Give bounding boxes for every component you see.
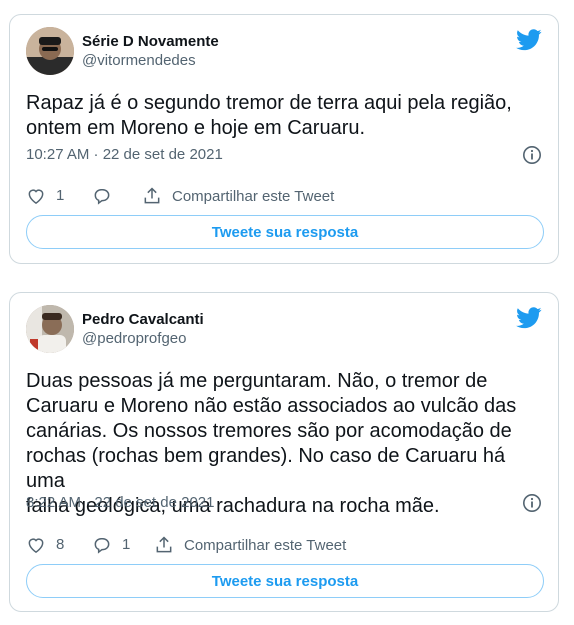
twitter-bird-icon[interactable] [516, 307, 542, 329]
info-icon[interactable] [522, 493, 542, 513]
author-handle[interactable]: @pedroprofgeo [82, 330, 204, 348]
author-handle[interactable]: @vitormendedes [82, 52, 219, 70]
like-count: 8 [56, 536, 65, 553]
tweet-actions: 8 1 Compartilhar este Tweet [26, 534, 544, 556]
author-name[interactable]: Série D Novamente [82, 33, 219, 51]
reply-action[interactable]: 1 [92, 534, 130, 556]
tweet-header: Pedro Cavalcanti @pedroprofgeo [26, 305, 544, 355]
like-count: 1 [56, 187, 65, 204]
tweet-reply-button[interactable]: Tweete sua resposta [26, 215, 544, 249]
author-name[interactable]: Pedro Cavalcanti [82, 311, 204, 329]
twitter-bird-icon[interactable] [516, 29, 542, 51]
tweet-meta: 10:27 AM · 22 de set de 2021 [26, 145, 544, 165]
share-action[interactable]: Compartilhar este Tweet [142, 185, 334, 207]
info-icon[interactable] [522, 145, 542, 165]
share-label: Compartilhar este Tweet [172, 187, 335, 205]
avatar[interactable] [26, 27, 74, 75]
tweet-card[interactable]: Pedro Cavalcanti @pedroprofgeo Duas pess… [9, 292, 559, 612]
like-action[interactable]: 1 [26, 185, 64, 207]
author-info[interactable]: Pedro Cavalcanti @pedroprofgeo [82, 311, 204, 348]
share-icon [144, 187, 160, 204]
reply-count: 1 [122, 536, 131, 553]
heart-icon [28, 189, 44, 204]
heart-icon [28, 538, 44, 553]
tweet-text: Rapaz já é o segundo tremor de terra aqu… [26, 92, 512, 139]
share-label: Compartilhar este Tweet [184, 536, 347, 554]
tweet-timestamp[interactable]: 10:27 AM · 22 de set de 2021 [26, 146, 223, 163]
reply-icon [94, 189, 110, 205]
tweet-timestamp[interactable]: 8:22 AM · 22 de set de 2021 [26, 494, 214, 511]
like-action[interactable]: 8 [26, 534, 64, 556]
tweet-card[interactable]: Série D Novamente @vitormendedes Rapaz j… [9, 14, 559, 264]
share-action[interactable]: Compartilhar este Tweet [154, 534, 346, 556]
author-info[interactable]: Série D Novamente @vitormendedes [82, 33, 219, 70]
tweet-meta: 8:22 AM · 22 de set de 2021 [26, 493, 544, 513]
share-icon [156, 536, 172, 553]
tweet-header: Série D Novamente @vitormendedes [26, 27, 544, 77]
reply-icon [94, 538, 110, 554]
tweet-actions: 1 Compartilhar este Tweet [26, 185, 544, 207]
avatar[interactable] [26, 305, 74, 353]
tweet-reply-button[interactable]: Tweete sua resposta [26, 564, 544, 598]
reply-action[interactable] [92, 185, 122, 207]
